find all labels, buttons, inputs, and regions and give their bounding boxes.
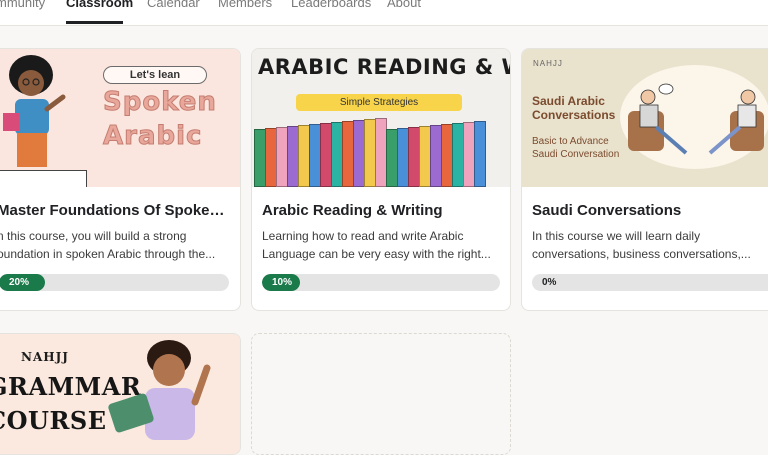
tab-calendar[interactable]: Calendar xyxy=(147,0,200,12)
tab-leaderboards[interactable]: Leaderboards xyxy=(291,0,371,12)
lets-learn-pill: Let's lean xyxy=(103,66,207,84)
course-thumbnail: NAHJJ Saudi Arabic Conversations Basic t… xyxy=(522,49,768,187)
teacher-illustration xyxy=(108,340,211,440)
progress-label: 10% xyxy=(272,277,293,288)
conversation-illustration xyxy=(628,83,764,155)
spoken-word: Spoken xyxy=(103,87,217,118)
course-description: In this course we will learn daily conve… xyxy=(532,229,751,261)
progress-label: 20% xyxy=(9,277,30,288)
active-tab-indicator xyxy=(66,21,123,24)
brand-label: NAHJJ xyxy=(21,350,69,364)
thumbnail-heading: Saudi Arabic Conversations xyxy=(532,94,616,122)
progress-bar: 20% xyxy=(0,274,229,291)
course-thumbnail: Let's lean Spoken Arabic xyxy=(0,49,240,187)
course-card-saudi-conversations[interactable]: NAHJJ Saudi Arabic Conversations Basic t… xyxy=(521,48,768,311)
course-thumbnail: ARABIC READING & WRITING Simple Strategi… xyxy=(252,49,510,187)
course-title: Master Foundations Of Spoken Ar... xyxy=(0,202,233,219)
course-thumbnail: NAHJJ GRAMMAR COURSE xyxy=(0,334,240,454)
tab-community[interactable]: mmunity xyxy=(0,0,45,12)
tab-about[interactable]: About xyxy=(387,0,421,12)
course-card-spoken-arabic[interactable]: Let's lean Spoken Arabic Master Foundati… xyxy=(0,48,241,311)
placeholder-card xyxy=(251,333,511,455)
course-description: n this course, you will build a strong o… xyxy=(0,229,216,261)
course-title: Saudi Conversations xyxy=(532,202,682,219)
course-description: Learning how to read and write Arabic La… xyxy=(262,229,491,261)
thumbnail-subheading: Basic to Advance Saudi Conversation xyxy=(532,136,620,160)
thumbnail-heading: ARABIC READING & WRITING xyxy=(258,55,510,79)
progress-label: 0% xyxy=(542,277,557,288)
tab-classroom[interactable]: Classroom xyxy=(66,0,133,12)
book-spine xyxy=(474,121,486,187)
tab-members[interactable]: Members xyxy=(218,0,272,12)
progress-bar: 10% xyxy=(262,274,500,291)
brand-label: NAHJJ xyxy=(533,59,563,68)
top-nav: mmunity Classroom Calendar Members Leade… xyxy=(0,0,768,26)
course-word: COURSE xyxy=(0,406,107,435)
decorative-box xyxy=(0,170,87,187)
course-card-reading-writing[interactable]: ARABIC READING & WRITING Simple Strategi… xyxy=(251,48,511,311)
thumbnail-strip: Simple Strategies xyxy=(296,94,462,111)
progress-bar: 0% xyxy=(532,274,768,291)
course-card-grammar[interactable]: NAHJJ GRAMMAR COURSE xyxy=(0,333,241,455)
arabic-word: Arabic xyxy=(102,121,203,152)
teacher-illustration xyxy=(3,55,66,167)
course-title: Arabic Reading & Writing xyxy=(262,202,443,219)
